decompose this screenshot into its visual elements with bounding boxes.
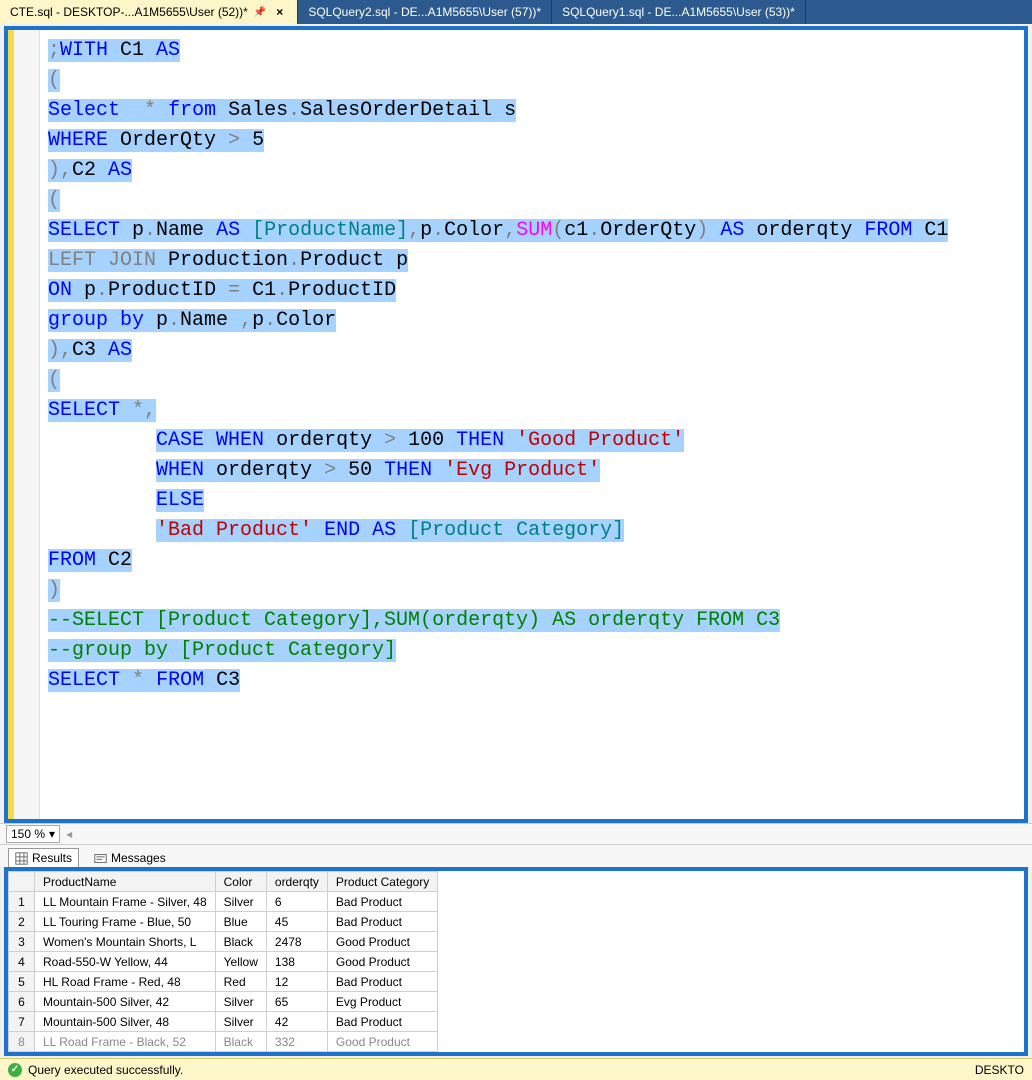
chevron-down-icon: ▾ <box>49 827 55 841</box>
cell[interactable]: 65 <box>266 992 327 1012</box>
row-number[interactable]: 3 <box>9 932 35 952</box>
pin-icon[interactable]: 📌 <box>254 7 266 18</box>
column-header[interactable]: ProductName <box>35 872 216 892</box>
cell[interactable]: Red <box>215 972 266 992</box>
zoom-value: 150 % <box>11 827 45 841</box>
cell[interactable]: Good Product <box>327 1032 437 1052</box>
column-header[interactable]: Color <box>215 872 266 892</box>
row-number[interactable]: 8 <box>9 1032 35 1052</box>
row-number[interactable]: 1 <box>9 892 35 912</box>
status-bar: ✓ Query executed successfully. DESKTO <box>0 1058 1032 1080</box>
cell[interactable]: Women's Mountain Shorts, L <box>35 932 216 952</box>
table-row[interactable]: 2LL Touring Frame - Blue, 50Blue45Bad Pr… <box>9 912 438 932</box>
messages-label: Messages <box>111 851 166 865</box>
cell[interactable]: 45 <box>266 912 327 932</box>
close-icon[interactable]: × <box>272 5 287 19</box>
zoom-select[interactable]: 150 % ▾ <box>6 825 60 843</box>
cell[interactable]: LL Touring Frame - Blue, 50 <box>35 912 216 932</box>
table-row[interactable]: 4Road-550-W Yellow, 44Yellow138Good Prod… <box>9 952 438 972</box>
cell[interactable]: 2478 <box>266 932 327 952</box>
cell[interactable]: Bad Product <box>327 972 437 992</box>
results-tab-strip: Results Messages <box>0 845 1032 867</box>
cell[interactable]: Good Product <box>327 932 437 952</box>
tab-sqlquery2[interactable]: SQLQuery2.sql - DE...A1M5655\User (57))* <box>298 0 552 24</box>
cell[interactable]: HL Road Frame - Red, 48 <box>35 972 216 992</box>
row-number[interactable]: 6 <box>9 992 35 1012</box>
cell[interactable]: 42 <box>266 1012 327 1032</box>
table-row[interactable]: 3Women's Mountain Shorts, LBlack2478Good… <box>9 932 438 952</box>
tab-sqlquery1[interactable]: SQLQuery1.sql - DE...A1M5655\User (53))* <box>552 0 806 24</box>
cell[interactable]: Bad Product <box>327 1012 437 1032</box>
cell[interactable]: Good Product <box>327 952 437 972</box>
status-message: Query executed successfully. <box>28 1063 183 1077</box>
cell[interactable]: 12 <box>266 972 327 992</box>
cell[interactable]: Silver <box>215 992 266 1012</box>
cell[interactable]: Evg Product <box>327 992 437 1012</box>
cell[interactable]: Yellow <box>215 952 266 972</box>
results-grid[interactable]: ProductNameColororderqtyProduct Category… <box>8 871 438 1052</box>
row-number[interactable]: 5 <box>9 972 35 992</box>
cell[interactable]: 6 <box>266 892 327 912</box>
column-header[interactable]: orderqty <box>266 872 327 892</box>
column-header[interactable]: Product Category <box>327 872 437 892</box>
grid-icon <box>15 852 28 865</box>
table-row[interactable]: 8LL Road Frame - Black, 52Black332Good P… <box>9 1032 438 1052</box>
row-number[interactable]: 4 <box>9 952 35 972</box>
row-number[interactable]: 2 <box>9 912 35 932</box>
messages-icon <box>94 852 107 865</box>
cell[interactable]: Black <box>215 932 266 952</box>
success-icon: ✓ <box>8 1063 22 1077</box>
cell[interactable]: LL Road Frame - Black, 52 <box>35 1032 216 1052</box>
tab-label: SQLQuery1.sql - DE...A1M5655\User (53))* <box>562 5 795 19</box>
cell[interactable]: Bad Product <box>327 892 437 912</box>
row-header-blank <box>9 872 35 892</box>
cell[interactable]: Black <box>215 1032 266 1052</box>
status-server: DESKTO <box>975 1063 1024 1077</box>
table-row[interactable]: 5HL Road Frame - Red, 48Red12Bad Product <box>9 972 438 992</box>
editor-gutter <box>8 30 40 819</box>
zoom-bar: 150 % ▾ ◂ <box>0 823 1032 845</box>
table-row[interactable]: 1LL Mountain Frame - Silver, 48Silver6Ba… <box>9 892 438 912</box>
tab-label: CTE.sql - DESKTOP-...A1M5655\User (52))* <box>10 5 248 19</box>
cell[interactable]: Mountain-500 Silver, 48 <box>35 1012 216 1032</box>
sql-editor[interactable]: ;WITH C1 AS ( Select * from Sales.SalesO… <box>4 26 1028 823</box>
table-row[interactable]: 7Mountain-500 Silver, 48Silver42Bad Prod… <box>9 1012 438 1032</box>
document-tab-strip: CTE.sql - DESKTOP-...A1M5655\User (52))*… <box>0 0 1032 24</box>
cell[interactable]: Silver <box>215 892 266 912</box>
tab-label: SQLQuery2.sql - DE...A1M5655\User (57))* <box>308 5 541 19</box>
cell[interactable]: 138 <box>266 952 327 972</box>
cell[interactable]: Silver <box>215 1012 266 1032</box>
cell[interactable]: Mountain-500 Silver, 42 <box>35 992 216 1012</box>
cell[interactable]: 332 <box>266 1032 327 1052</box>
scroll-left-icon[interactable]: ◂ <box>66 827 72 841</box>
table-row[interactable]: 6Mountain-500 Silver, 42Silver65Evg Prod… <box>9 992 438 1012</box>
row-number[interactable]: 7 <box>9 1012 35 1032</box>
cell[interactable]: Bad Product <box>327 912 437 932</box>
cell[interactable]: LL Mountain Frame - Silver, 48 <box>35 892 216 912</box>
results-grid-wrap: ProductNameColororderqtyProduct Category… <box>4 867 1028 1056</box>
tab-results[interactable]: Results <box>8 848 79 867</box>
code-area[interactable]: ;WITH C1 AS ( Select * from Sales.SalesO… <box>40 30 1024 819</box>
tab-messages[interactable]: Messages <box>87 848 173 867</box>
results-label: Results <box>32 851 72 865</box>
tab-cte-sql[interactable]: CTE.sql - DESKTOP-...A1M5655\User (52))*… <box>0 0 298 24</box>
cell[interactable]: Blue <box>215 912 266 932</box>
cell[interactable]: Road-550-W Yellow, 44 <box>35 952 216 972</box>
